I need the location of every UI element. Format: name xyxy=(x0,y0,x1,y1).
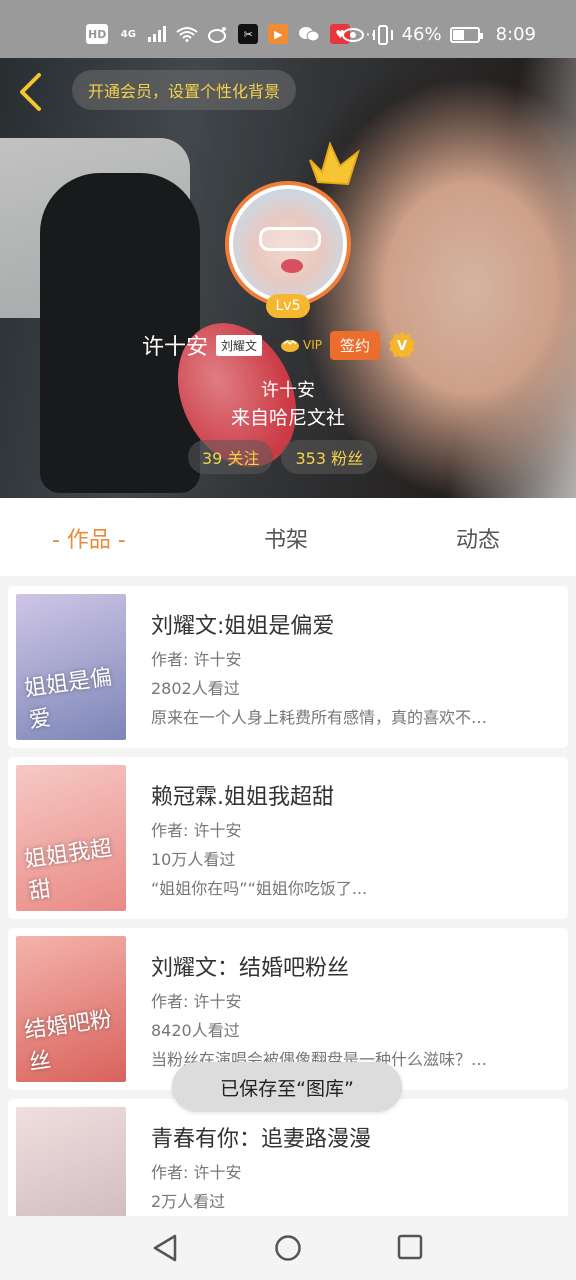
vip-background-banner[interactable]: 开通会员，设置个性化背景 xyxy=(72,70,297,110)
work-author: 作者: 许十安 xyxy=(151,1163,242,1182)
level-badge: Lv5 xyxy=(266,294,310,318)
cover-title: 姐姐我超甜 xyxy=(22,835,114,905)
work-author: 作者: 许十安 xyxy=(151,992,242,1011)
work-author: 作者: 许十安 xyxy=(151,650,242,669)
cover-title: 姐姐是偏爱 xyxy=(22,664,114,734)
cover-title: 结婚吧粉丝 xyxy=(22,1006,114,1076)
chevron-left-icon xyxy=(20,73,41,111)
work-title: 赖冠霖.姐姐我超甜 xyxy=(151,785,334,810)
avatar-photo xyxy=(233,189,343,299)
tab-bookshelf[interactable]: 书架 xyxy=(264,522,308,554)
work-description: 原来在一个人身上耗费所有感情，真的喜欢不… xyxy=(151,708,488,727)
work-card[interactable]: 姐姐是偏爱 刘耀文:姐姐是偏爱 作者: 许十安 2802人看过 原来在一个人身上… xyxy=(8,586,568,748)
works-list: 姐姐是偏爱 刘耀文:姐姐是偏爱 作者: 许十安 2802人看过 原来在一个人身上… xyxy=(8,586,568,1270)
capcut-icon: ✂ xyxy=(238,24,259,44)
work-card[interactable]: 姐姐我超甜 赖冠霖.姐姐我超甜 作者: 许十安 10万人看过 “姐姐你在吗”“姐… xyxy=(8,757,568,919)
video-app-icon: ▶ xyxy=(268,24,289,44)
nav-back-icon[interactable] xyxy=(152,1234,178,1262)
fan-tag: 刘耀文 xyxy=(216,334,263,356)
nav-home-icon[interactable] xyxy=(274,1234,302,1262)
avatar-mouth xyxy=(281,259,303,273)
avatar[interactable] xyxy=(225,181,351,307)
work-views: 8420人看过 xyxy=(151,1021,240,1040)
signed-author-badge: 签约 xyxy=(330,330,381,360)
work-title: 刘耀文:姐姐是偏爱 xyxy=(151,614,335,639)
system-nav-bar xyxy=(0,1216,576,1280)
avatar-goggles xyxy=(259,227,321,251)
vip-badge[interactable]: VIP xyxy=(280,337,322,353)
eye-icon xyxy=(341,27,364,42)
work-cover: 姐姐是偏爱 xyxy=(16,594,126,740)
vip-crown-icon xyxy=(281,339,300,352)
signal-icon xyxy=(148,26,167,42)
battery-icon xyxy=(449,26,483,43)
tab-activity[interactable]: 动态 xyxy=(456,522,500,554)
work-views: 2万人看过 xyxy=(151,1192,226,1211)
profile-tabs: - 作品 - 书架 动态 xyxy=(0,498,576,576)
work-title: 青春有你：追妻路漫漫 xyxy=(151,1127,372,1152)
profile-header: 开通会员，设置个性化背景 Lv5 许十安 刘耀文 VIP 签约 V 许十安 来自… xyxy=(0,58,576,498)
work-cover: 结婚吧粉丝 xyxy=(16,936,126,1082)
work-cover: 姐姐我超甜 xyxy=(16,765,126,911)
tab-works[interactable]: - 作品 - xyxy=(52,522,126,554)
vibrate-icon xyxy=(372,24,393,45)
user-name: 许十安 xyxy=(142,335,209,360)
clock: 8:09 xyxy=(495,24,536,45)
vip-label: VIP xyxy=(303,338,323,352)
back-button[interactable] xyxy=(10,72,50,112)
network-indicator: 4G xyxy=(120,28,136,40)
wechat-icon xyxy=(299,27,320,42)
follow-stats: 39 关注 353 粉丝 xyxy=(188,440,378,474)
crown-icon xyxy=(309,141,360,186)
status-icons-right: 46% 8:09 xyxy=(341,24,536,45)
name-row: 许十安 刘耀文 VIP 签约 V xyxy=(142,328,416,362)
battery-percent: 46% xyxy=(401,24,442,45)
nav-recents-icon[interactable] xyxy=(397,1234,423,1260)
svg-text:V: V xyxy=(397,339,407,354)
verified-v-icon: V xyxy=(389,332,416,358)
following-count[interactable]: 39 关注 xyxy=(188,440,274,474)
work-description: “姐姐你在吗”“姐姐你吃饭了... xyxy=(151,879,368,898)
work-title: 刘耀文：结婚吧粉丝 xyxy=(151,956,350,981)
work-author: 作者: 许十安 xyxy=(151,821,242,840)
weibo-icon xyxy=(208,27,227,43)
hd-indicator: HD xyxy=(86,24,109,44)
followers-count[interactable]: 353 粉丝 xyxy=(281,440,378,474)
battery-level xyxy=(452,29,464,40)
saved-toast: 已保存至“图库” xyxy=(172,1062,402,1112)
status-icons-left: HD 4G ✂ ▶ ♥ ··· xyxy=(86,24,376,44)
publisher: 来自哈尼文社 xyxy=(230,407,345,429)
work-views: 10万人看过 xyxy=(151,850,236,869)
nickname: 许十安 xyxy=(261,380,315,401)
work-views: 2802人看过 xyxy=(151,679,240,698)
wifi-icon xyxy=(176,27,198,42)
